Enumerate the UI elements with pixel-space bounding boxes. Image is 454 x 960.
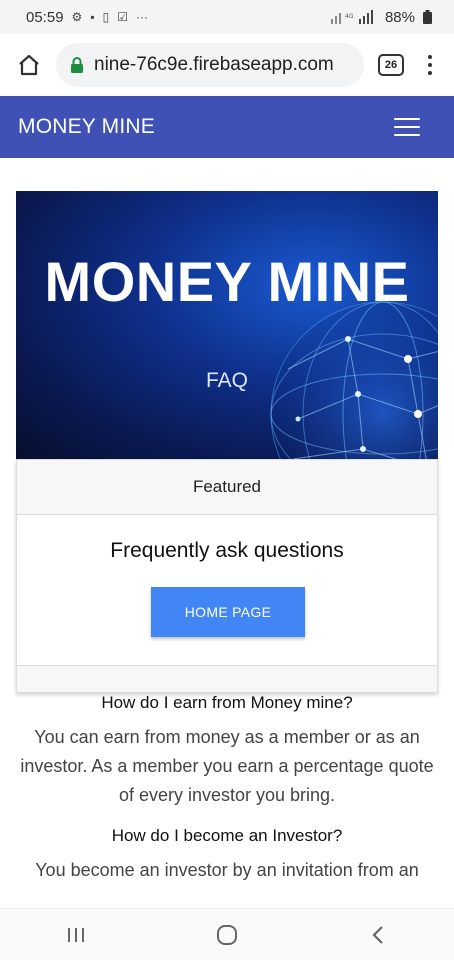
status-bar: 05:59 ⚙ ▪ ▯ ☑ ··· 4G 88% xyxy=(0,0,454,34)
home-circle-icon[interactable] xyxy=(207,920,247,950)
hero-subtitle: FAQ xyxy=(205,369,248,392)
faq-section: How do I earn from Money mine? You can e… xyxy=(0,693,454,885)
tabs-icon[interactable]: 26 xyxy=(378,54,404,76)
phone-notification-icon: ▯ xyxy=(102,10,110,24)
card-header: Featured xyxy=(17,460,437,515)
site-navbar: MONEY MINE xyxy=(0,96,454,158)
battery-percent: 88% xyxy=(384,8,415,26)
faq-answer-2: You become an investor by an invitation … xyxy=(35,860,419,880)
battery-icon xyxy=(423,10,432,24)
status-right: 4G 88% xyxy=(330,8,432,26)
more-notifications-icon: ··· xyxy=(135,10,148,24)
status-left: 05:59 ⚙ ▪ ▯ ☑ ··· xyxy=(26,9,148,26)
browser-toolbar: nine-76c9e.firebaseapp.com 26 xyxy=(0,34,454,96)
recent-apps-icon[interactable] xyxy=(56,920,96,950)
lock-icon xyxy=(71,57,83,73)
check-notification-icon: ☑ xyxy=(117,10,128,24)
back-icon[interactable] xyxy=(358,920,398,950)
url-text: nine-76c9e.firebaseapp.com xyxy=(94,54,334,75)
faq-answer-1: You can earn from money as a member or a… xyxy=(20,727,434,805)
hero-title: MONEY MINE xyxy=(44,250,410,313)
message-notification-icon: ▪ xyxy=(90,10,95,24)
hamburger-menu-icon[interactable] xyxy=(394,118,420,136)
tab-count: 26 xyxy=(384,59,398,71)
settings-notification-icon: ⚙ xyxy=(71,10,83,24)
home-icon xyxy=(19,54,39,76)
card-title: Frequently ask questions xyxy=(110,539,344,562)
card-footer xyxy=(17,665,437,692)
system-navigation-bar xyxy=(0,908,454,960)
status-time: 05:59 xyxy=(26,8,64,26)
navbar-brand[interactable]: MONEY MINE xyxy=(18,115,155,139)
svg-text:4G: 4G xyxy=(345,13,354,20)
faq-question-2: How do I become an Investor? xyxy=(111,826,343,845)
hero-banner: MONEY MINE FAQ xyxy=(16,191,438,459)
address-bar[interactable]: nine-76c9e.firebaseapp.com xyxy=(56,43,364,87)
featured-card: Featured Frequently ask questions HOME P… xyxy=(16,459,438,693)
home-page-button[interactable]: HOME PAGE xyxy=(151,587,305,637)
home-button[interactable] xyxy=(14,50,44,80)
faq-question-1: How do I earn from Money mine? xyxy=(101,693,353,712)
signal-icon: 4G xyxy=(330,10,373,24)
more-vert-icon[interactable] xyxy=(420,55,440,75)
